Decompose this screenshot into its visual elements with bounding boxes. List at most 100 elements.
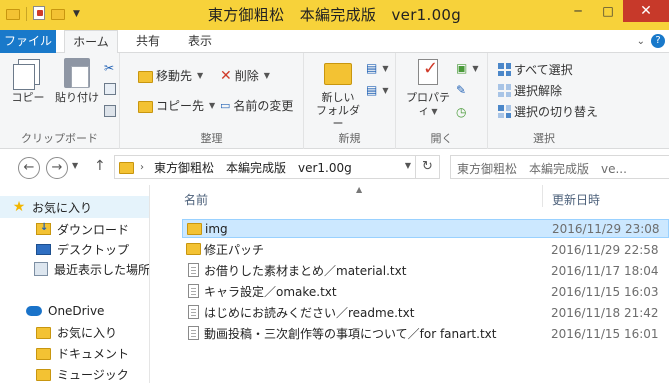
select-none-button[interactable]: 選択解除 (498, 82, 562, 99)
folder-icon (36, 327, 51, 339)
copy-icon (12, 57, 44, 90)
nav-item-documents[interactable]: ドキュメント (0, 342, 149, 364)
minimize-button[interactable]: ─ (563, 0, 593, 22)
sort-ascending-icon: ▲ (356, 185, 363, 194)
new-item-button[interactable]: ▤ ▼ (366, 61, 389, 75)
file-row[interactable]: 修正パッチ 2016/11/29 22:58 (182, 240, 669, 259)
select-none-icon (498, 84, 511, 97)
new-folder-button[interactable]: 新しい フォルダー (312, 57, 364, 130)
delete-button[interactable]: ✕ 削除 ▼ (220, 67, 270, 84)
open-button[interactable]: ▣ ▼ (456, 61, 479, 75)
copy-to-label: コピー先 (156, 99, 205, 113)
paste-shortcut-button[interactable] (104, 105, 116, 117)
tab-home[interactable]: ホーム (64, 30, 118, 54)
history-icon: ◷ (456, 105, 467, 119)
nav-label: お気に入り (32, 200, 93, 215)
dropdown-icon: ▼ (209, 101, 216, 110)
tab-file[interactable]: ファイル (0, 30, 56, 53)
nav-item-favorites[interactable]: ★ お気に入り (0, 196, 149, 218)
copy-folder-icon (138, 100, 153, 113)
file-row[interactable]: 動画投稿・三次創作等の事項について／for fanart.txt 2016/11… (182, 324, 669, 343)
column-divider[interactable] (542, 185, 543, 207)
file-row[interactable]: img 2016/11/29 23:08 (182, 219, 669, 238)
invert-selection-icon (498, 105, 511, 118)
properties-button[interactable]: プロパティ▼ (402, 57, 454, 118)
back-button[interactable]: ← (18, 157, 40, 179)
copy-path-button[interactable] (104, 83, 116, 95)
paste-label: 貼り付け (55, 91, 99, 104)
ribbon-tabs: ファイル ホーム 共有 表示 ⌄ ? (0, 30, 669, 54)
group-label-select: 選択 (533, 132, 555, 145)
nav-label: OneDrive (48, 304, 105, 318)
copy-to-button[interactable]: コピー先 ▼ (138, 97, 215, 114)
select-all-button[interactable]: すべて選択 (498, 61, 573, 78)
rename-icon: ▭ (220, 99, 231, 112)
search-input[interactable]: 東方御粗松 本編完成版 ve... (450, 155, 669, 179)
tab-view[interactable]: 表示 (180, 30, 220, 53)
nav-item-od-favorites[interactable]: お気に入り (0, 321, 149, 343)
folder-icon (186, 243, 201, 255)
back-arrow-icon: ← (23, 160, 35, 175)
copy-path-icon (104, 83, 116, 95)
address-row: ← → ▼ ↑ › 東方御粗松 本編完成版 ver1.00g ▼ ↻ 東方御粗松… (0, 149, 669, 185)
file-name: 修正パッチ (204, 243, 265, 257)
rename-label: 名前の変更 (233, 99, 294, 113)
desktop-icon (36, 243, 51, 255)
folder-icon (36, 369, 51, 381)
up-arrow-icon[interactable]: ↑ (94, 158, 106, 174)
group-open: プロパティ▼ ▣▼ ✎ ◷ 開く (396, 53, 488, 149)
nav-item-recent[interactable]: 最近表示した場所 (0, 258, 150, 280)
file-date: 2016/11/15 16:01 (551, 326, 659, 341)
file-row[interactable]: はじめにお読みください／readme.txt 2016/11/18 21:42 (182, 303, 669, 322)
nav-item-onedrive[interactable]: OneDrive (0, 300, 149, 322)
address-bar[interactable]: › 東方御粗松 本編完成版 ver1.00g ▼ ↻ (114, 155, 440, 179)
move-to-button[interactable]: 移動先 ▼ (138, 67, 203, 84)
text-file-icon (188, 305, 199, 319)
forward-button[interactable]: → (46, 157, 68, 179)
recent-locations-dropdown-icon[interactable]: ▼ (72, 161, 78, 170)
nav-label: 最近表示した場所 (53, 262, 150, 277)
nav-label: デスクトップ (57, 242, 130, 257)
file-row[interactable]: お借りした素材まとめ／material.txt 2016/11/17 18:04 (182, 261, 669, 280)
file-date: 2016/11/18 21:42 (551, 305, 659, 320)
maximize-button[interactable]: □ (593, 0, 623, 22)
rename-button[interactable]: ▭ 名前の変更 (220, 97, 293, 114)
new-item-icon: ▤ (366, 61, 378, 75)
file-list: ▲ 名前 更新日時 img 2016/11/29 23:08 修正パッチ 201… (150, 185, 669, 383)
close-button[interactable]: ✕ (623, 0, 669, 22)
nav-item-music[interactable]: ミュージック (0, 363, 149, 383)
select-all-icon (498, 63, 511, 76)
breadcrumb-current[interactable]: 東方御粗松 本編完成版 ver1.00g (154, 159, 352, 176)
invert-selection-button[interactable]: 選択の切り替え (498, 103, 598, 120)
dropdown-icon: ▼ (382, 85, 389, 95)
address-dropdown-icon[interactable]: ▼ (405, 161, 411, 170)
chevron-down-icon[interactable]: ⌄ (637, 36, 645, 47)
star-icon: ★ (12, 199, 26, 215)
edit-button[interactable]: ✎ (456, 83, 466, 97)
easy-access-button[interactable]: ▤ ▼ (366, 83, 389, 97)
tab-share[interactable]: 共有 (128, 30, 168, 53)
file-date: 2016/11/15 16:03 (551, 284, 659, 299)
dropdown-icon: ▼ (197, 71, 204, 80)
cut-button[interactable]: ✂ (104, 61, 114, 75)
group-new: 新しい フォルダー ▤ ▼ ▤ ▼ 新規 (304, 53, 396, 149)
ribbon-controls: ⌄ ? (637, 34, 665, 48)
group-select: すべて選択 選択解除 選択の切り替え 選択 (488, 53, 600, 149)
nav-item-downloads[interactable]: ダウンロード (0, 218, 149, 240)
help-icon[interactable]: ? (651, 34, 665, 48)
copy-button[interactable]: コピー (10, 57, 46, 104)
paste-button[interactable]: 貼り付け (54, 57, 100, 104)
new-folder-icon (322, 57, 354, 89)
forward-arrow-icon: → (51, 160, 63, 175)
file-row[interactable]: キャラ設定／omake.txt 2016/11/15 16:03 (182, 282, 669, 301)
title-bar: ▼ 東方御粗松 本編完成版 ver1.00g ─ □ ✕ (0, 0, 669, 30)
dropdown-icon: ▼ (431, 107, 438, 116)
column-header-name[interactable]: 名前 (184, 191, 208, 208)
refresh-icon[interactable]: ↻ (415, 156, 439, 178)
nav-label: ミュージック (57, 367, 129, 382)
nav-item-desktop[interactable]: デスクトップ (0, 238, 149, 260)
column-header-modified[interactable]: 更新日時 (552, 191, 600, 208)
history-button[interactable]: ◷ (456, 105, 466, 119)
nav-label: ダウンロード (57, 222, 130, 237)
breadcrumb-separator-icon[interactable]: › (140, 162, 144, 173)
